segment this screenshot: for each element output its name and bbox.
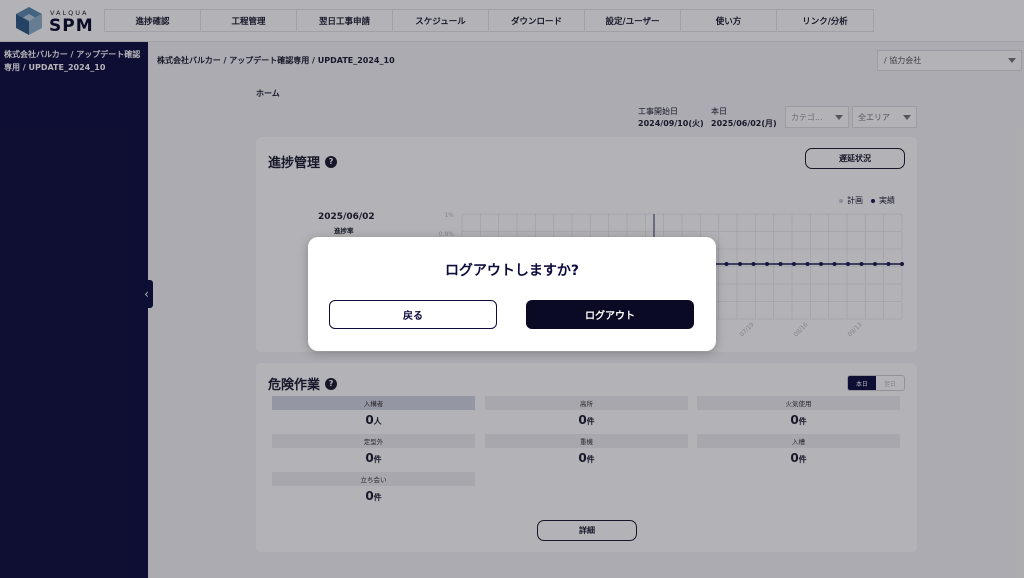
back-button[interactable]: 戻る [329,300,497,329]
logout-button[interactable]: ログアウト [526,300,694,329]
logout-dialog-title: ログアウトしますか? [444,263,580,279]
logout-dialog: ログアウトしますか? 戻る ログアウト [308,237,716,351]
